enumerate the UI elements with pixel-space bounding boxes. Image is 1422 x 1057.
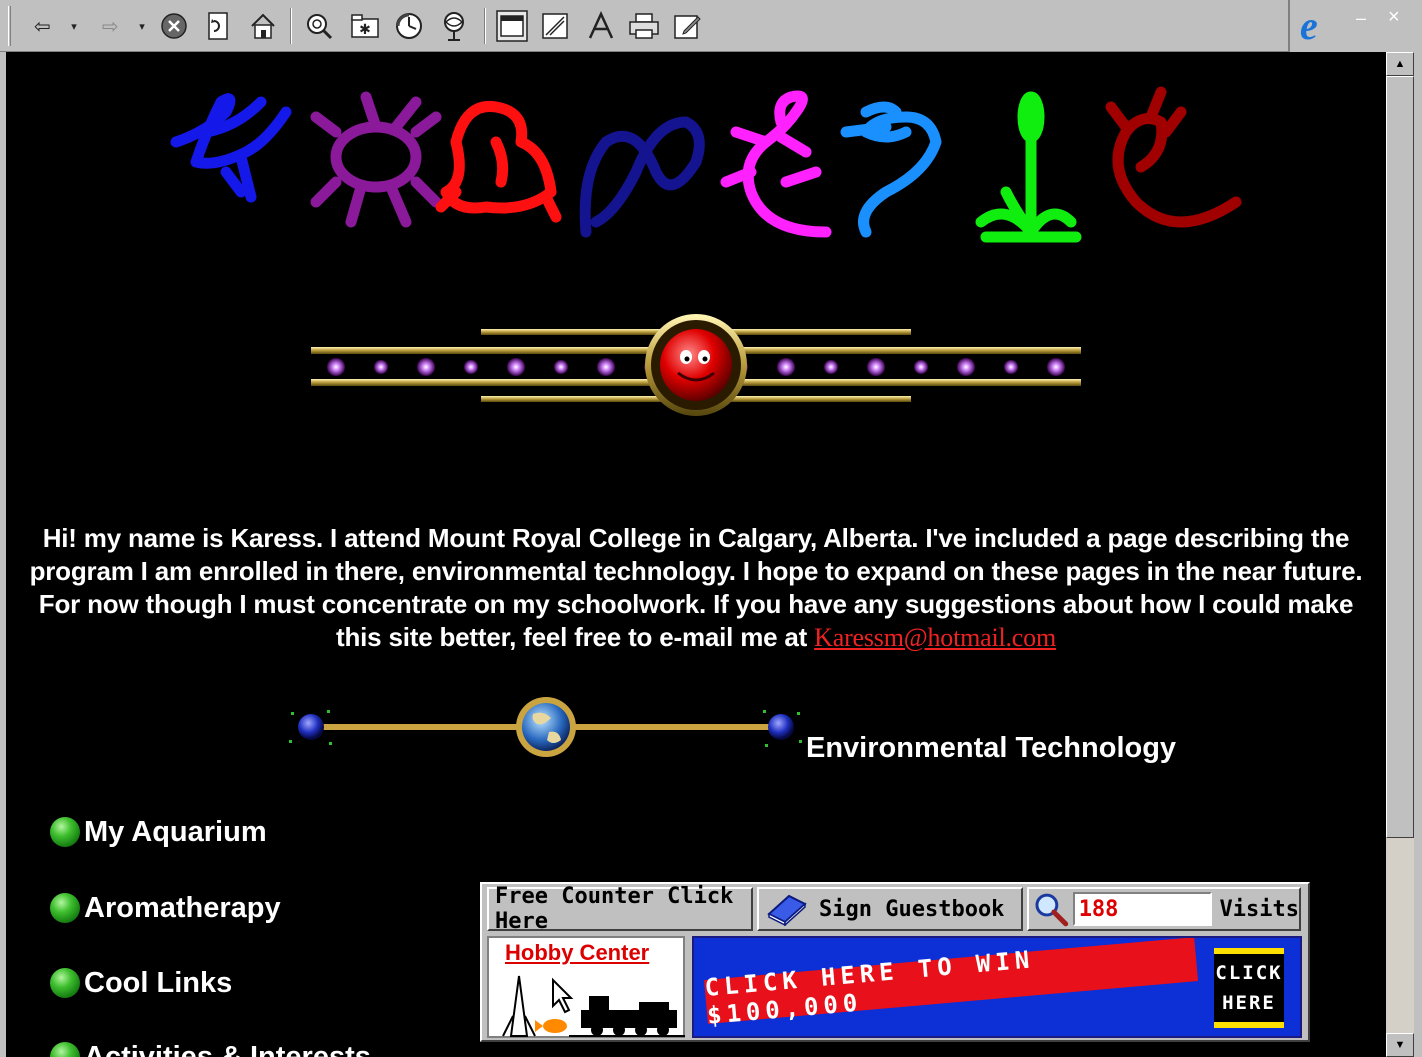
intro-text: Hi! my name is Karess. I attend Mount Ro… [29,523,1363,652]
forward-dropdown-icon[interactable]: ▾ [136,10,148,42]
toolbar-grip[interactable] [8,6,11,46]
click-here-line2: HERE [1222,992,1276,1014]
navy-loop-glyph [579,116,705,238]
magenta-lizard-glyph [720,90,832,238]
search-icon[interactable] [304,10,334,42]
back-dropdown-icon[interactable]: ▾ [68,10,80,42]
edit-icon[interactable] [672,10,702,42]
guestbook-label: Sign Guestbook [819,896,1005,922]
win-banner: CLICK HERE TO WIN $100,000 [704,938,1199,1030]
scroll-up-arrow-icon[interactable]: ▲ [1386,52,1414,76]
favorites-icon[interactable]: ✱ [350,10,380,42]
intro-paragraph: Hi! my name is Karess. I attend Mount Ro… [26,522,1366,654]
nav-item-cool-links[interactable]: Cool Links [50,963,232,1003]
sign-guestbook-button[interactable]: Sign Guestbook [757,887,1023,931]
hobby-center-title: Hobby Center [505,940,650,965]
svg-text:✱: ✱ [359,22,371,38]
ie-brand-area: e – × [1288,0,1422,52]
refresh-icon[interactable] [206,10,230,42]
blue-bird-glyph [170,93,292,203]
scroll-down-arrow-icon[interactable]: ▼ [1386,1033,1414,1057]
email-link[interactable]: Karessm@hotmail.com [814,623,1056,652]
guestbook-icon [767,894,807,926]
visits-count: 188 [1072,892,1212,926]
back-icon[interactable]: ⇦ [34,10,51,42]
browser-toolbar: ⇦ ▾ ⇨ ▾ ✱ e – × [0,0,1422,52]
history-icon[interactable] [394,10,424,42]
vertical-scrollbar[interactable]: ▲ ▼ [1386,52,1414,1057]
toolbar-separator [290,8,292,44]
channels-icon[interactable] [440,10,468,42]
win-money-ad[interactable]: CLICK HERE TO WIN $100,000 CLICK HERE [692,936,1302,1038]
home-icon[interactable] [248,10,278,42]
forward-icon[interactable]: ⇨ [102,10,119,42]
mail-icon[interactable] [540,10,570,42]
visits-label: Visits [1219,896,1299,922]
print-icon[interactable] [628,10,660,42]
hobby-center-ad[interactable]: Hobby Center [487,936,685,1038]
magnifier-icon [1035,893,1069,927]
nav-item-label: Cool Links [84,966,233,999]
page-content: Hi! my name is Karess. I attend Mount Ro… [6,52,1386,1057]
minimize-icon[interactable]: – [1356,8,1366,29]
environmental-technology-link[interactable]: Environmental Technology [806,732,1176,765]
nav-item-label: My Aquarium [84,815,267,848]
click-here-button[interactable]: CLICK HERE [1214,948,1284,1028]
lightblue-fish-glyph [840,101,942,238]
stop-icon[interactable] [160,10,188,42]
nav-item-my-aquarium[interactable]: My Aquarium [50,812,267,852]
click-here-line1: CLICK [1215,962,1283,984]
ie-logo-icon: e [1300,3,1318,48]
free-counter-button[interactable]: Free Counter Click Here [487,884,753,934]
nav-item-aromatherapy[interactable]: Aromatherapy [50,888,281,928]
purple-bug-glyph [310,91,442,228]
cursor-icon [552,977,574,1014]
fullscreen-icon[interactable] [496,10,528,42]
scrollbar-thumb[interactable] [1386,76,1414,838]
window-frame-right [1414,52,1422,1057]
globe-divider-bar [289,697,802,757]
green-bullet-icon [50,893,80,923]
green-bullet-icon [50,968,80,998]
nav-item-activities-interests[interactable]: Activities & Interests [50,1037,371,1057]
petroglyph-banner [170,86,1242,243]
darkred-snake-glyph [1105,86,1242,228]
green-cattail-glyph [975,91,1082,243]
nav-item-label: Aromatherapy [84,891,281,924]
font-icon[interactable] [586,10,616,42]
close-icon[interactable]: × [1388,6,1400,29]
toolbar-separator [484,8,486,44]
nav-item-label: Activities & Interests [84,1040,371,1057]
green-bullet-icon [50,817,80,847]
hobby-center-art [502,975,685,1037]
red-frog-glyph [435,100,562,223]
smiley-divider-bar [311,314,1081,416]
win-text: CLICK HERE TO WIN $100,000 [703,945,1036,1030]
green-bullet-icon [50,1042,80,1057]
counter-widget: Free Counter Click Here Sign Guestbook 1… [480,882,1310,1042]
visits-counter: 188 Visits [1027,887,1301,931]
